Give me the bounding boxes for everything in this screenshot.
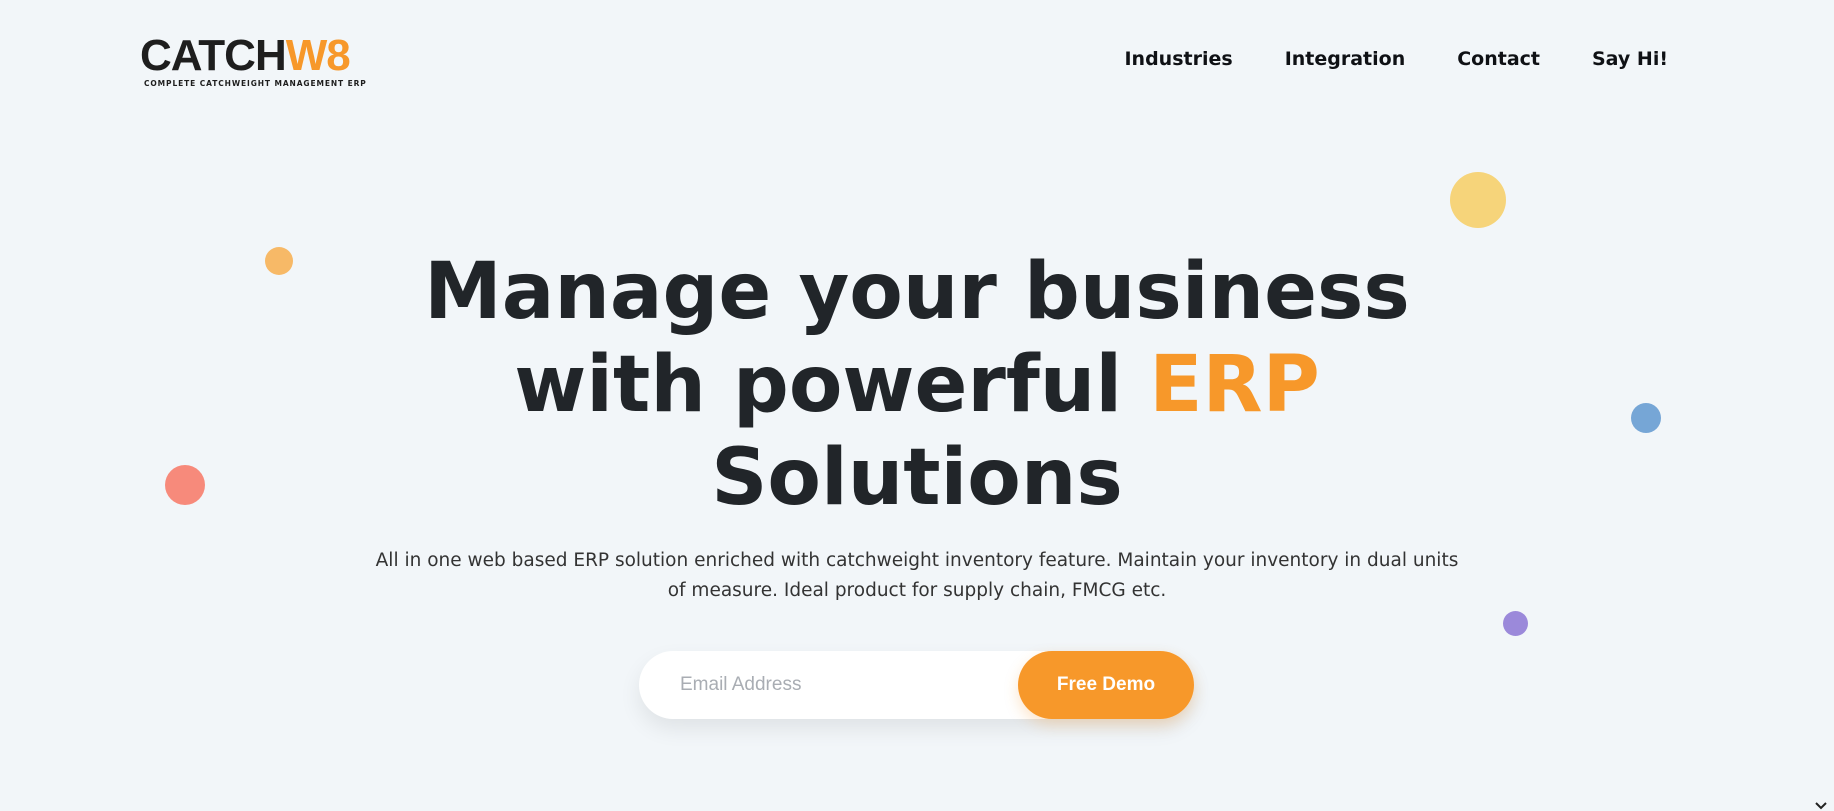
demo-signup-form: Free Demo xyxy=(639,651,1194,719)
nav-item-say-hi[interactable]: Say Hi! xyxy=(1592,48,1668,70)
hero-heading-line-3: Solutions xyxy=(711,433,1123,523)
decorative-dot-purple xyxy=(1503,611,1528,636)
decorative-dot-yellow xyxy=(1450,172,1506,228)
hero-heading: Manage your business with powerful ERP S… xyxy=(0,246,1834,525)
hero-heading-line-2-prefix: with powerful xyxy=(514,340,1150,430)
landing-page: CATCHW8 COMPLETE CATCHWEIGHT MANAGEMENT … xyxy=(0,0,1834,811)
main-nav: Industries Integration Contact Say Hi! xyxy=(1124,48,1668,70)
hero-heading-line-2: with powerful ERP xyxy=(0,339,1834,432)
nav-item-industries[interactable]: Industries xyxy=(1124,48,1232,70)
hero-subtitle: All in one web based ERP solution enrich… xyxy=(375,550,1459,601)
hero-heading-line-1: Manage your business xyxy=(424,247,1410,337)
email-field[interactable] xyxy=(680,651,1040,719)
brand-logo[interactable]: CATCHW8 COMPLETE CATCHWEIGHT MANAGEMENT … xyxy=(140,31,366,89)
logo-tagline: COMPLETE CATCHWEIGHT MANAGEMENT ERP xyxy=(144,79,367,88)
free-demo-button[interactable]: Free Demo xyxy=(1018,651,1194,719)
logo-wordmark: CATCHW8 xyxy=(140,31,351,80)
hero-heading-accent: ERP xyxy=(1149,340,1320,430)
chevron-down-icon[interactable] xyxy=(1814,801,1828,811)
nav-item-integration[interactable]: Integration xyxy=(1285,48,1406,70)
nav-item-contact[interactable]: Contact xyxy=(1457,48,1540,70)
